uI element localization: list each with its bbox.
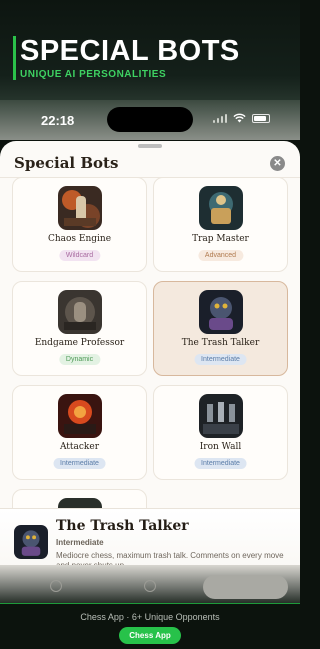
level-badge: Dynamic (58, 354, 101, 365)
bot-name: Trap Master (192, 234, 249, 244)
close-icon: ✕ (273, 158, 282, 169)
tab-bots-pill[interactable] (203, 575, 288, 599)
tab-home-icon[interactable] (50, 580, 62, 592)
cta-button[interactable]: Chess App (119, 627, 181, 644)
bot-name: Iron Wall (199, 442, 242, 452)
bot-avatar (199, 394, 243, 438)
bot-card-attacker[interactable]: Attacker Intermediate (12, 385, 147, 480)
level-badge: Intermediate (53, 458, 106, 469)
battery-icon (252, 113, 270, 123)
promo-subtitle: UNIQUE AI PERSONALITIES (20, 69, 167, 80)
bot-name: Attacker (59, 442, 100, 452)
bot-card-the-trash-talker[interactable]: The Trash Talker Intermediate (153, 281, 288, 376)
bot-card-iron-wall[interactable]: Iron Wall Intermediate (153, 385, 288, 480)
promo-header: SPECIAL BOTS UNIQUE AI PERSONALITIES (0, 0, 300, 108)
bot-name: Chaos Engine (47, 234, 112, 244)
selected-bot-avatar (14, 525, 48, 559)
tab-play-icon[interactable] (144, 580, 156, 592)
wifi-icon (233, 113, 246, 123)
level-badge: Intermediate (194, 354, 247, 365)
bot-avatar (58, 186, 102, 230)
sheet-grabber[interactable] (138, 144, 162, 148)
bot-card-chaos-engine[interactable]: Chaos Engine Wildcard (12, 177, 147, 272)
footer-text: Chess App · 6+ Unique Opponents (80, 612, 220, 622)
selected-bot-level: Intermediate (56, 538, 104, 547)
sheet-title: Special Bots (14, 154, 119, 172)
status-time: 22:18 (41, 113, 75, 128)
bot-card-endgame-professor[interactable]: Endgame Professor Dynamic (12, 281, 147, 376)
bot-avatar (58, 394, 102, 438)
bot-avatar (199, 290, 243, 334)
bot-name: The Trash Talker (181, 338, 260, 348)
accent-bar (13, 36, 16, 80)
level-badge: Wildcard (58, 250, 101, 261)
signal-icon (213, 113, 227, 123)
close-button[interactable]: ✕ (270, 156, 285, 171)
bot-avatar (199, 186, 243, 230)
status-icons (213, 113, 270, 123)
bot-name: Endgame Professor (34, 338, 125, 348)
dynamic-island (107, 107, 193, 132)
promo-title: SPECIAL BOTS (20, 35, 240, 67)
bot-card-trap-master[interactable]: Trap Master Advanced (153, 177, 288, 272)
level-badge: Advanced (197, 250, 244, 261)
selected-bot-name: The Trash Talker (56, 518, 189, 534)
level-badge: Intermediate (194, 458, 247, 469)
bot-avatar (58, 290, 102, 334)
